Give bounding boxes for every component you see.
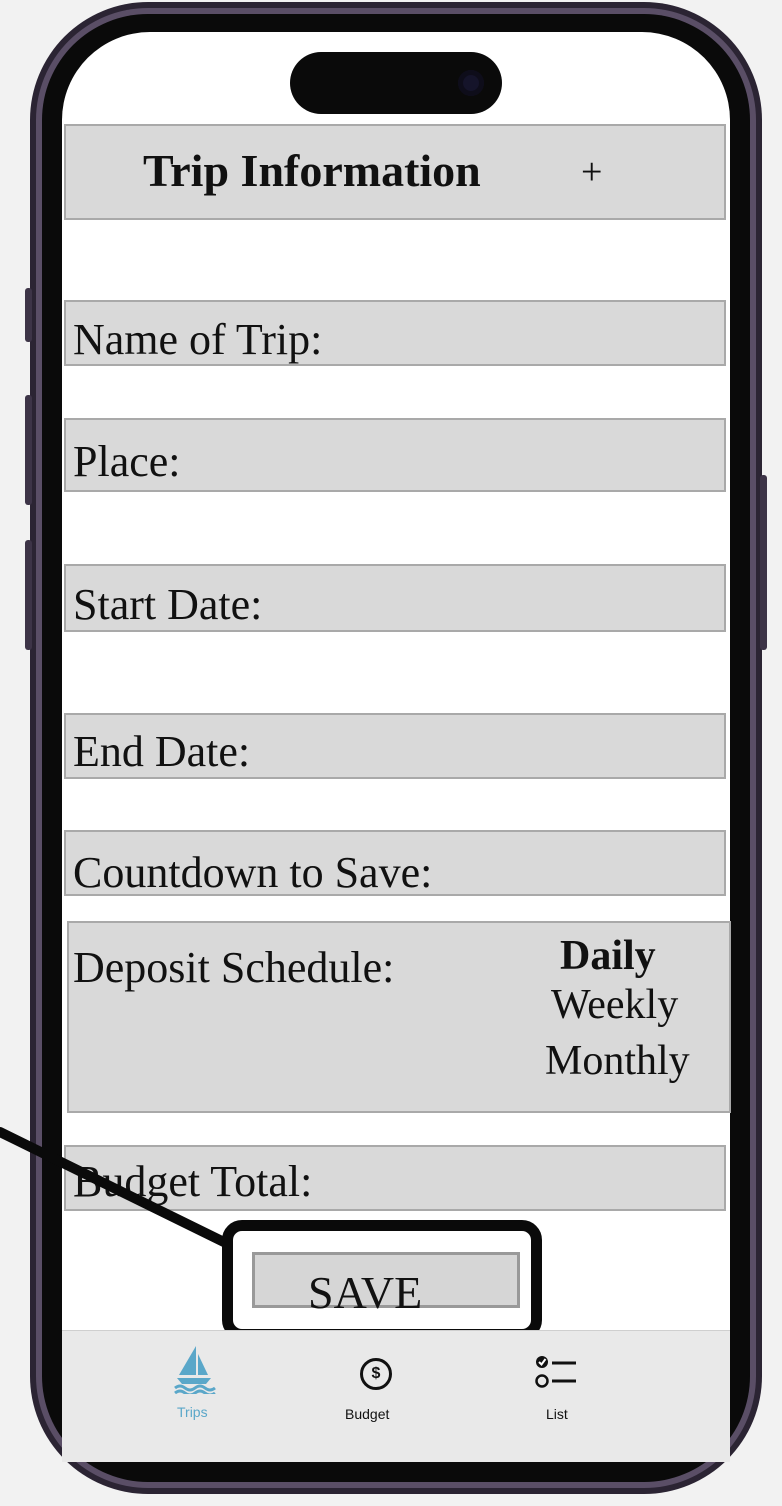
tab-trips-label: Trips <box>177 1404 208 1420</box>
tab-list-label: List <box>546 1406 568 1422</box>
tab-budget-label: Budget <box>345 1406 390 1422</box>
dollar-circle-icon: $ <box>360 1358 392 1390</box>
tab-trips[interactable]: Trips <box>166 1344 222 1424</box>
tab-list[interactable]: List <box>530 1354 586 1424</box>
sailboat-icon <box>174 1346 216 1394</box>
save-button-label: SAVE <box>308 1267 423 1318</box>
tab-budget[interactable]: $ Budget <box>344 1354 400 1424</box>
checklist-icon <box>535 1356 576 1388</box>
